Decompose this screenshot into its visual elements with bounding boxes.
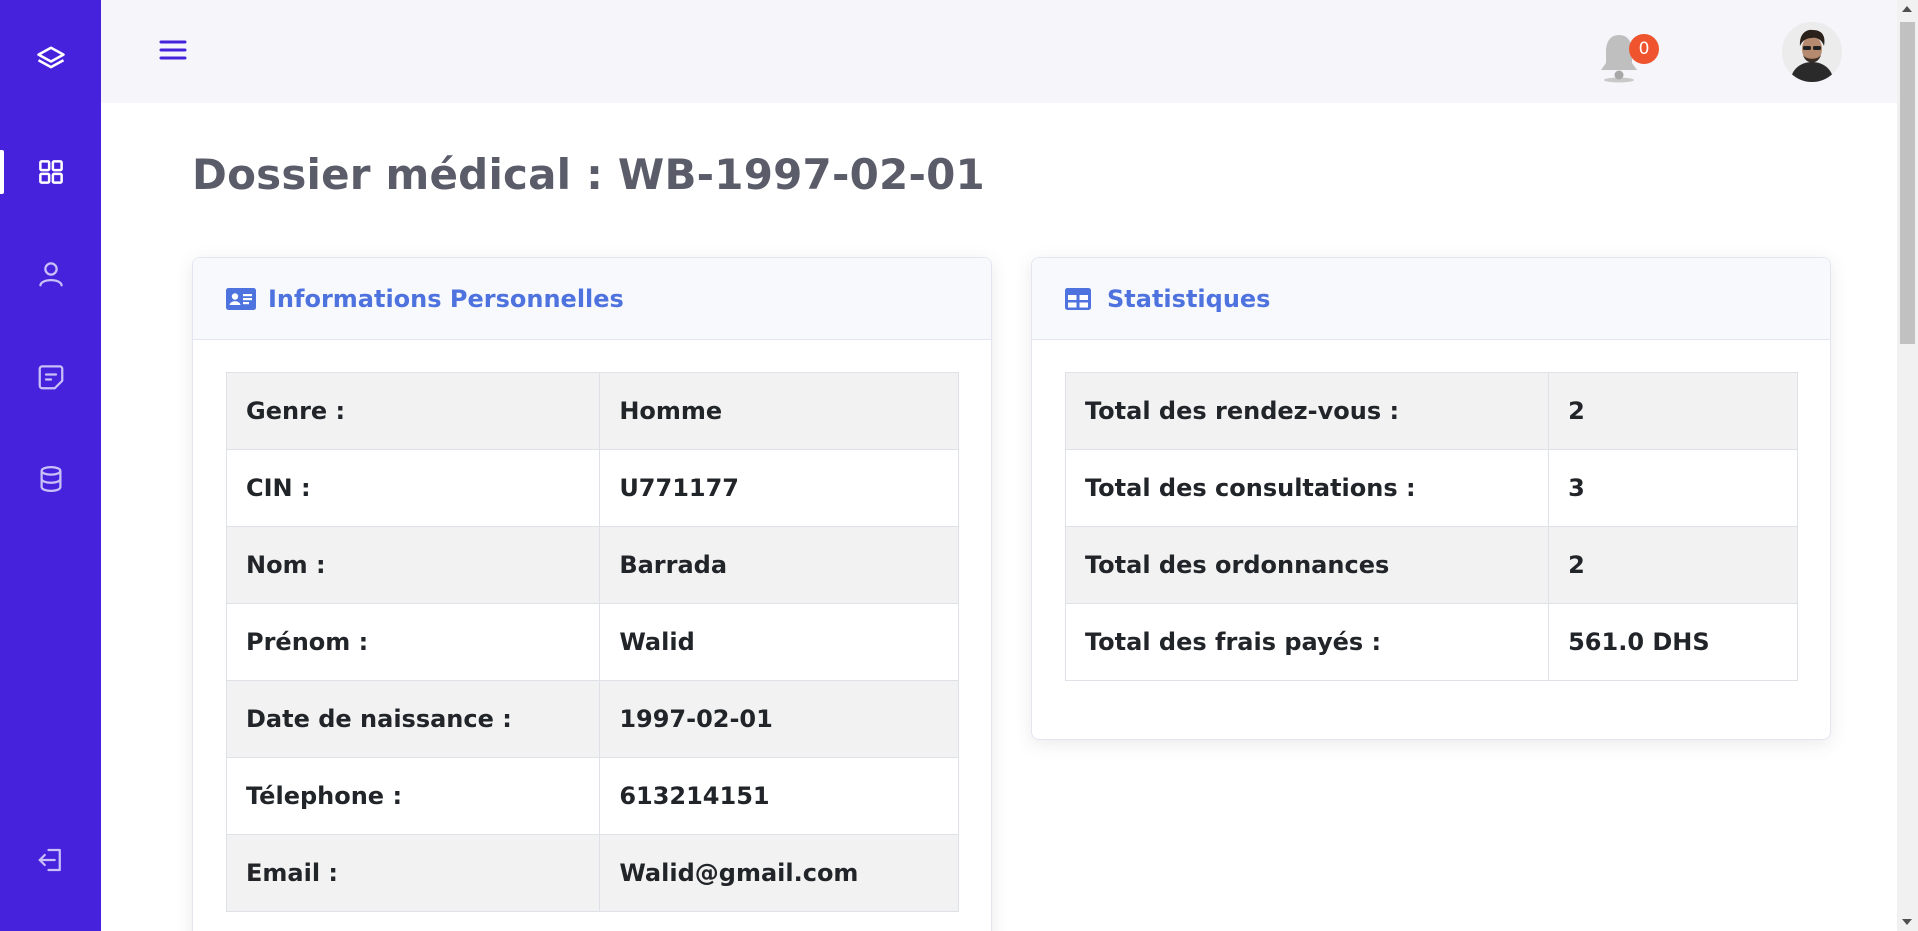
scrollbar[interactable] [1897,0,1918,931]
table-icon [1065,287,1095,311]
dashboard-grid-icon[interactable] [0,148,101,196]
user-icon[interactable] [0,250,101,298]
table-row: Total des ordonnances 2 [1064,526,1798,604]
table-row: Genre : Homme [225,372,959,450]
row-label: Total des frais payés : [1064,603,1550,681]
row-value: 2 [1548,526,1798,604]
table-row: Télephone : 613214151 [225,757,959,835]
hamburger-menu-icon[interactable] [157,34,189,66]
notification-badge: 0 [1629,34,1659,64]
row-value: Walid [599,603,959,681]
row-value: 3 [1548,449,1798,527]
row-label: Nom : [225,526,601,604]
scrollbar-thumb[interactable] [1900,22,1915,344]
row-label: Télephone : [225,757,601,835]
statistics-card: Statistiques Total des rendez-vous : 2 T… [1031,257,1831,740]
row-label: Email : [225,834,601,912]
table-row: Prénom : Walid [225,603,959,681]
table-row: Email : Walid@gmail.com [225,834,959,912]
database-icon[interactable] [0,455,101,503]
row-label: Genre : [225,372,601,450]
row-label: Total des ordonnances [1064,526,1550,604]
personal-info-card: Informations Personnelles Genre : Homme … [192,257,992,931]
row-label: Total des consultations : [1064,449,1550,527]
scroll-up-arrow-icon[interactable] [1902,6,1912,12]
row-value: 561.0 DHS [1548,603,1798,681]
row-label: Prénom : [225,603,601,681]
table-row: Date de naissance : 1997-02-01 [225,680,959,758]
row-value: 1997-02-01 [599,680,959,758]
row-label: CIN : [225,449,601,527]
sidebar [0,0,101,931]
row-label: Total des rendez-vous : [1064,372,1550,450]
avatar[interactable] [1782,22,1842,82]
row-value: Barrada [599,526,959,604]
page-title: Dossier médical : WB-1997-02-01 [192,150,985,199]
row-value: U771177 [599,449,959,527]
card-header: Statistiques [1032,258,1830,340]
row-value: 2 [1548,372,1798,450]
table-row: Total des frais payés : 561.0 DHS [1064,603,1798,681]
table-row: Nom : Barrada [225,526,959,604]
row-label: Date de naissance : [225,680,601,758]
row-value: Walid@gmail.com [599,834,959,912]
statistics-table: Total des rendez-vous : 2 Total des cons… [1064,372,1798,681]
table-row: CIN : U771177 [225,449,959,527]
layers-icon[interactable] [0,35,101,83]
row-value: Homme [599,372,959,450]
table-row: Total des rendez-vous : 2 [1064,372,1798,450]
card-title: Informations Personnelles [268,284,624,313]
id-card-icon [226,287,256,311]
row-value: 613214151 [599,757,959,835]
card-header: Informations Personnelles [193,258,991,340]
scroll-down-arrow-icon[interactable] [1902,919,1912,925]
message-icon[interactable] [0,353,101,401]
card-title: Statistiques [1107,284,1271,313]
logout-icon[interactable] [0,836,101,884]
personal-info-table: Genre : Homme CIN : U771177 Nom : Barrad… [225,372,959,912]
table-row: Total des consultations : 3 [1064,449,1798,527]
